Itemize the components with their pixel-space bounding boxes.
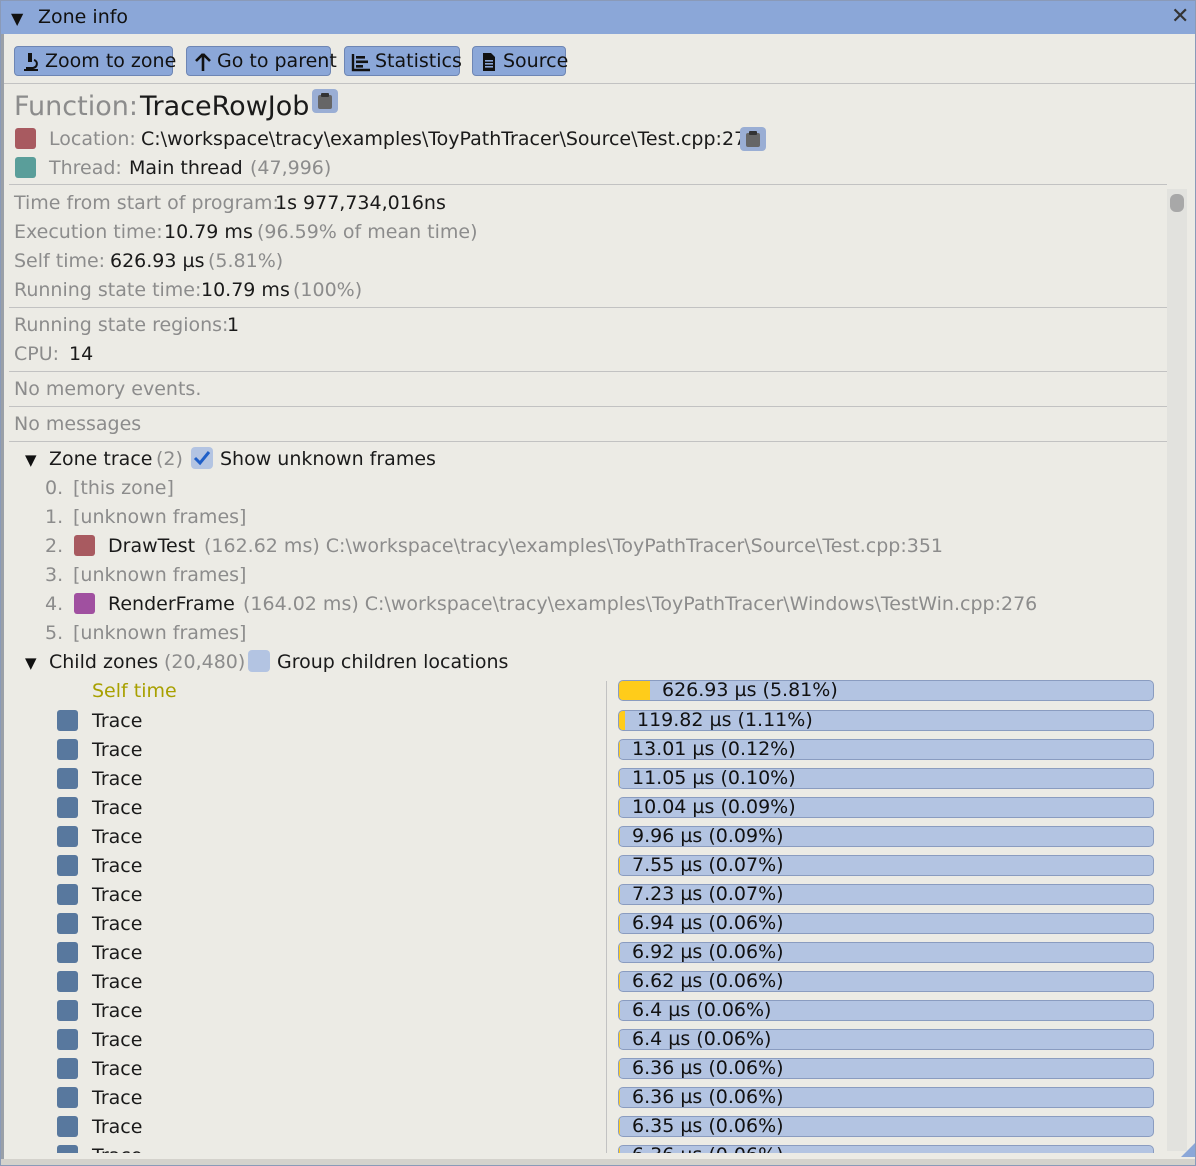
child-zone-bar: 13.01 µs (0.12%)	[618, 739, 1154, 760]
child-zone-bar-text: 10.04 µs (0.09%)	[632, 797, 796, 818]
child-zone-bar-text: 9.96 µs (0.09%)	[632, 826, 784, 847]
child-zone-bar-text: 6.62 µs (0.06%)	[632, 971, 784, 992]
self-time-bar-fill	[619, 681, 651, 700]
resize-grip[interactable]	[1181, 1141, 1195, 1157]
child-zone-bar-fill	[619, 740, 620, 759]
child-zone-color-swatch	[57, 942, 78, 963]
child-zone-bar: 6.92 µs (0.06%)	[618, 942, 1154, 963]
child-zone-bar: 11.05 µs (0.10%)	[618, 768, 1154, 789]
self-time-bar-text: 626.93 µs (5.81%)	[662, 680, 838, 701]
child-zone-bar: 6.94 µs (0.06%)	[618, 913, 1154, 934]
child-zone-color-swatch	[57, 913, 78, 934]
child-zone-bar: 7.55 µs (0.07%)	[618, 855, 1154, 876]
child-zone-name[interactable]: Trace	[92, 883, 142, 907]
child-zone-bar-text: 6.35 µs (0.06%)	[632, 1116, 784, 1137]
zone-info-window: ▼ Zone info ✕ Zoom to zone Go to parent …	[0, 0, 1196, 1166]
child-zone-bar-fill	[619, 769, 620, 788]
child-zone-name[interactable]: Trace	[92, 709, 142, 733]
child-zone-bar: 6.62 µs (0.06%)	[618, 971, 1154, 992]
child-zone-bar-text: 6.4 µs (0.06%)	[632, 1000, 772, 1021]
child-zone-color-swatch	[57, 797, 78, 818]
child-zone-bar-text: 6.36 µs (0.06%)	[632, 1058, 784, 1079]
child-zone-bar-fill	[619, 711, 625, 730]
child-zone-name[interactable]: Trace	[92, 1057, 142, 1081]
child-zone-color-swatch	[57, 710, 78, 731]
child-zone-bar-text: 7.23 µs (0.07%)	[632, 884, 784, 905]
child-zones-list: Self time 626.93 µs (5.81%) Trace 119.82 …	[1, 1, 1195, 1153]
child-zone-name[interactable]: Trace	[92, 941, 142, 965]
child-zone-name[interactable]: Trace	[92, 1115, 142, 1139]
child-zone-color-swatch	[57, 768, 78, 789]
child-zone-bar-text: 13.01 µs (0.12%)	[632, 739, 796, 760]
self-time-row-label: Self time	[92, 680, 177, 702]
child-zone-color-swatch	[57, 1029, 78, 1050]
scrollbar-thumb[interactable]	[1170, 194, 1184, 212]
child-zone-color-swatch	[57, 884, 78, 905]
child-zone-name[interactable]: Trace	[92, 854, 142, 878]
child-zone-bar: 7.23 µs (0.07%)	[618, 884, 1154, 905]
scrollbar-track[interactable]	[1167, 189, 1187, 1151]
child-zone-color-swatch	[57, 1087, 78, 1108]
child-zone-color-swatch	[57, 971, 78, 992]
child-zone-name[interactable]: Trace	[92, 1144, 142, 1153]
child-zone-color-swatch	[57, 1000, 78, 1021]
child-zone-color-swatch	[57, 855, 78, 876]
child-zone-bar-text: 6.36 µs (0.06%)	[632, 1087, 784, 1108]
child-zone-color-swatch	[57, 1058, 78, 1079]
child-zone-bar: 9.96 µs (0.09%)	[618, 826, 1154, 847]
child-zone-bar-text: 119.82 µs (1.11%)	[637, 710, 813, 731]
child-zone-name[interactable]: Trace	[92, 999, 142, 1023]
child-zone-bar: 6.35 µs (0.06%)	[618, 1116, 1154, 1137]
window-bottom-edge	[1, 1159, 1195, 1165]
child-zone-color-swatch	[57, 1145, 78, 1153]
child-zone-bar-text: 11.05 µs (0.10%)	[632, 768, 796, 789]
child-zone-name[interactable]: Trace	[92, 738, 142, 762]
child-zone-bar-text: 7.55 µs (0.07%)	[632, 855, 784, 876]
child-zone-bar: 119.82 µs (1.11%)	[618, 710, 1154, 731]
child-zone-name[interactable]: Trace	[92, 767, 142, 791]
child-zone-bar-text: 6.94 µs (0.06%)	[632, 913, 784, 934]
child-zone-name[interactable]: Trace	[92, 912, 142, 936]
child-zone-bar: 10.04 µs (0.09%)	[618, 797, 1154, 818]
child-zone-bar: 6.36 µs (0.06%)	[618, 1087, 1154, 1108]
self-time-bar: 626.93 µs (5.81%)	[618, 680, 1154, 701]
child-zone-name[interactable]: Trace	[92, 796, 142, 820]
child-zone-color-swatch	[57, 826, 78, 847]
child-zone-name[interactable]: Trace	[92, 1028, 142, 1052]
child-zone-bar: 6.36 µs (0.06%)	[618, 1058, 1154, 1079]
child-zone-name[interactable]: Trace	[92, 1086, 142, 1110]
child-zone-bar: 6.4 µs (0.06%)	[618, 1029, 1154, 1050]
child-zone-color-swatch	[57, 739, 78, 760]
child-zone-bar-text: 6.92 µs (0.06%)	[632, 942, 784, 963]
window-left-edge	[1, 34, 4, 1165]
child-zone-bar-text: 6.4 µs (0.06%)	[632, 1029, 772, 1050]
child-zone-name[interactable]: Trace	[92, 825, 142, 849]
child-zone-bar: 6.4 µs (0.06%)	[618, 1000, 1154, 1021]
child-zone-bar: 6.36 µs (0.06%)	[618, 1145, 1154, 1153]
child-zone-color-swatch	[57, 1116, 78, 1137]
child-zone-bar-text: 6.36 µs (0.06%)	[632, 1146, 784, 1153]
child-zone-name[interactable]: Trace	[92, 970, 142, 994]
